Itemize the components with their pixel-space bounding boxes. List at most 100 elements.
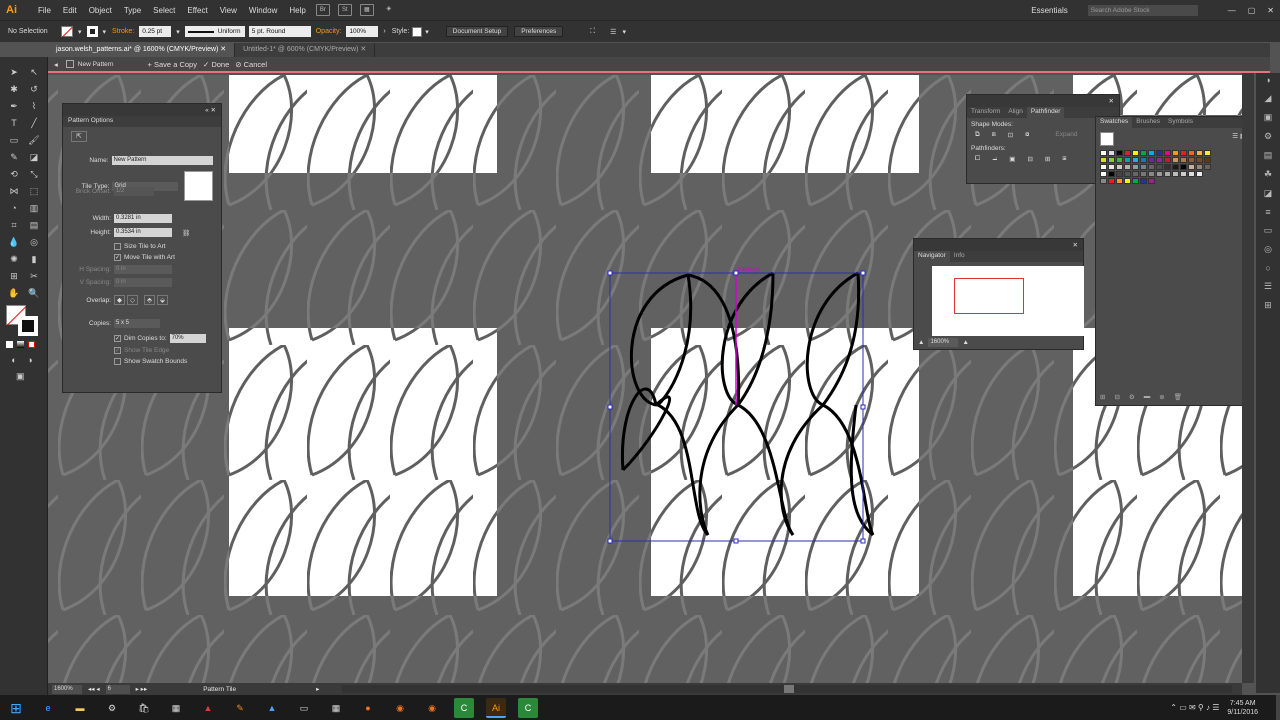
calculator-icon[interactable]: ▦ bbox=[166, 698, 186, 718]
artboard-tool-icon[interactable]: ⊞ bbox=[8, 270, 20, 282]
illustrator-taskbar-icon[interactable]: Ai bbox=[486, 697, 506, 718]
free-transform-tool-icon[interactable]: ⬚ bbox=[28, 185, 40, 197]
swatch-fill-preview[interactable] bbox=[1100, 132, 1114, 146]
perspective-grid-tool-icon[interactable]: ▥ bbox=[28, 202, 40, 214]
navigator-view-box[interactable] bbox=[954, 278, 1024, 314]
close-icon[interactable]: ✕ bbox=[1261, 6, 1280, 15]
outline-icon[interactable]: ⊞ bbox=[1045, 155, 1050, 163]
color-swatch[interactable] bbox=[1100, 157, 1107, 163]
show-kinds-icon[interactable]: ⊟ bbox=[1114, 393, 1119, 401]
document-setup-button[interactable]: Document Setup bbox=[445, 26, 509, 37]
size-tile-checkbox[interactable] bbox=[114, 243, 121, 250]
collapse-icon[interactable]: « ✕ bbox=[205, 106, 216, 114]
new-group-icon[interactable]: ▬ bbox=[1144, 393, 1151, 401]
color-swatch[interactable] bbox=[1140, 164, 1147, 170]
close-icon[interactable]: ✕ bbox=[1109, 97, 1114, 105]
scrollbar-thumb[interactable] bbox=[784, 685, 794, 693]
color-swatch[interactable] bbox=[1140, 150, 1147, 156]
color-swatch[interactable] bbox=[1100, 164, 1107, 170]
intersect-icon[interactable]: ⊡ bbox=[1008, 131, 1013, 139]
color-swatch[interactable] bbox=[1172, 164, 1179, 170]
pen-tool-icon[interactable]: ✒ bbox=[8, 100, 20, 112]
eyedropper-tool-icon[interactable]: 💧 bbox=[8, 236, 20, 248]
color-panel-icon[interactable]: ◑ bbox=[1265, 75, 1270, 85]
color-swatch[interactable] bbox=[1124, 178, 1131, 184]
color-swatch[interactable] bbox=[1108, 164, 1115, 170]
exclude-icon[interactable]: ⧇ bbox=[1025, 131, 1029, 139]
swatch-libraries-icon[interactable]: ⊞ bbox=[1100, 393, 1105, 401]
vertical-scrollbar[interactable] bbox=[1242, 73, 1254, 683]
copies-select[interactable]: 5 x 5 bbox=[114, 319, 160, 328]
color-swatch[interactable] bbox=[1132, 178, 1139, 184]
color-swatch[interactable] bbox=[1124, 164, 1131, 170]
gdrive-icon[interactable]: ▲ bbox=[262, 698, 282, 718]
graphic-styles-icon[interactable]: ◪ bbox=[1264, 188, 1273, 199]
pattern-name-field[interactable]: New Pattern bbox=[111, 156, 213, 165]
column-graph-tool-icon[interactable]: ▮ bbox=[28, 253, 40, 265]
curvature-tool-icon[interactable]: ⌇ bbox=[28, 100, 40, 112]
chevron-down-icon[interactable]: ▾ bbox=[425, 28, 429, 36]
stock-search-input[interactable]: Search Adobe Stock bbox=[1087, 4, 1198, 16]
fill-swatch[interactable] bbox=[61, 26, 73, 38]
new-swatch-icon[interactable]: ⊕ bbox=[1159, 393, 1164, 401]
camtasia-icon[interactable]: C bbox=[454, 697, 474, 718]
blend-tool-icon[interactable]: ◎ bbox=[28, 236, 40, 248]
color-swatch[interactable] bbox=[1124, 157, 1131, 163]
color-swatch[interactable] bbox=[1156, 171, 1163, 177]
tab-transform[interactable]: Transform bbox=[967, 107, 1004, 118]
camtasia-recorder-icon[interactable]: C bbox=[518, 697, 538, 718]
color-swatch[interactable] bbox=[1140, 157, 1147, 163]
done-button[interactable]: ✓ Done bbox=[203, 60, 229, 69]
settings-icon[interactable]: ⚙ bbox=[102, 698, 122, 718]
save-copy-button[interactable]: + Save a Copy bbox=[148, 60, 197, 69]
lasso-tool-icon[interactable]: ↺ bbox=[28, 83, 40, 95]
pencil-tool-icon[interactable]: ✎ bbox=[8, 151, 20, 163]
shape-builder-tool-icon[interactable]: ◔ bbox=[8, 202, 20, 214]
color-swatch[interactable] bbox=[1172, 150, 1179, 156]
overlap-left-icon[interactable]: ◆ bbox=[114, 295, 125, 305]
tab-info[interactable]: Info bbox=[950, 251, 969, 262]
show-desktop-button[interactable] bbox=[1276, 695, 1280, 720]
color-swatch[interactable] bbox=[1132, 171, 1139, 177]
color-swatch[interactable] bbox=[1100, 150, 1107, 156]
symbols-panel-icon[interactable]: ☘ bbox=[1264, 169, 1272, 180]
color-swatch[interactable] bbox=[1204, 164, 1211, 170]
color-swatch[interactable] bbox=[1108, 150, 1115, 156]
gradient-mode-icon[interactable] bbox=[17, 341, 24, 348]
color-swatch[interactable] bbox=[1164, 171, 1171, 177]
show-tile-edge-checkbox[interactable]: ✓ bbox=[114, 347, 121, 354]
panel-menu-icon[interactable]: ▾ bbox=[622, 28, 626, 36]
menu-view[interactable]: View bbox=[214, 6, 243, 15]
menu-object[interactable]: Object bbox=[83, 6, 118, 15]
unite-icon[interactable]: ⧉ bbox=[975, 131, 980, 139]
type-tool-icon[interactable]: T bbox=[8, 117, 20, 129]
menu-select[interactable]: Select bbox=[147, 6, 181, 15]
stroke-color-icon[interactable] bbox=[18, 316, 38, 336]
hand-tool-icon[interactable]: ✋ bbox=[8, 287, 20, 299]
tab-brushes[interactable]: Brushes bbox=[1132, 117, 1164, 128]
stroke-weight-field[interactable]: 0.25 pt bbox=[139, 26, 172, 37]
draw-behind-icon[interactable]: ◑ bbox=[24, 354, 36, 366]
color-swatch[interactable] bbox=[1148, 157, 1155, 163]
color-swatch[interactable] bbox=[1188, 164, 1195, 170]
sketch-app-icon[interactable]: ✎ bbox=[230, 698, 250, 718]
clock[interactable]: 7:45 AM 9/11/2016 bbox=[1227, 699, 1258, 717]
chevron-down-icon[interactable]: ▾ bbox=[103, 28, 107, 36]
color-swatch[interactable] bbox=[1148, 171, 1155, 177]
tab-pathfinder[interactable]: Pathfinder bbox=[1026, 107, 1065, 118]
chevron-down-icon[interactable]: ▾ bbox=[78, 28, 82, 36]
slice-tool-icon[interactable]: ✂ bbox=[28, 270, 40, 282]
transform-icon[interactable]: ⛶ bbox=[590, 28, 595, 36]
minus-front-icon[interactable]: ⧈ bbox=[992, 131, 996, 139]
overlap-right-icon[interactable]: ◇ bbox=[127, 295, 138, 305]
media-app-icon[interactable]: ▦ bbox=[326, 698, 346, 718]
paintbrush-tool-icon[interactable]: 🖌 bbox=[28, 134, 40, 146]
tab-align[interactable]: Align bbox=[1004, 107, 1026, 118]
draw-mode-icon[interactable]: ◐ bbox=[8, 354, 20, 366]
firefox-icon[interactable]: ● bbox=[358, 698, 378, 718]
color-swatch[interactable] bbox=[1132, 164, 1139, 170]
color-swatch[interactable] bbox=[1188, 150, 1195, 156]
color-swatch[interactable] bbox=[1116, 157, 1123, 163]
color-swatch[interactable] bbox=[1108, 157, 1115, 163]
line-tool-icon[interactable]: ╱ bbox=[28, 117, 40, 129]
